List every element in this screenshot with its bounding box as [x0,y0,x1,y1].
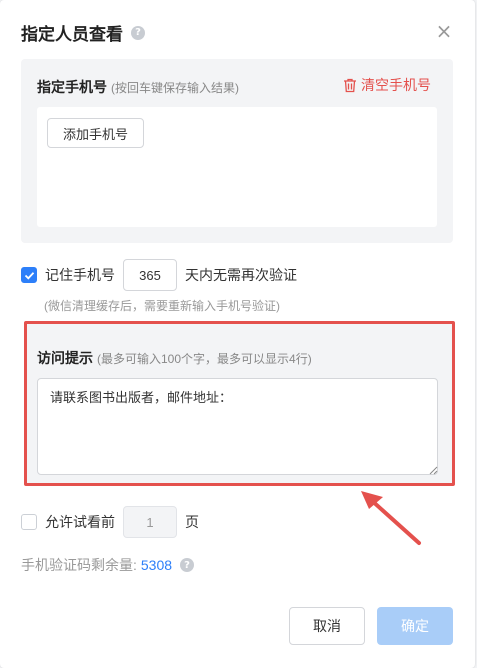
remember-phone-row: 记住手机号 天内无需再次验证 [21,259,297,291]
red-arrow-icon [361,491,421,545]
question-icon[interactable]: ? [131,25,145,40]
confirm-button[interactable]: 确定 [377,607,453,645]
add-phone-button[interactable]: 添加手机号 [47,118,144,148]
question-icon[interactable]: ? [180,558,195,572]
remember-days-input[interactable] [123,259,177,291]
notice-hint: (最多可输入100个字，最多可以显示4行) [97,352,312,366]
phone-panel: 指定手机号 (按回车键保存输入结果) 清空手机号 添加手机号 [21,59,453,243]
remember-note: (微信清理缓存后，需要重新输入手机号验证) [44,299,280,313]
phone-label: 指定手机号 (按回车键保存输入结果) [37,77,239,97]
trash-icon [344,78,356,92]
notice-section: 访问提示 (最多可输入100个字，最多可以显示4行) 请联系图书出版者，邮件地址： [24,321,455,486]
cancel-button[interactable]: 取消 [289,607,365,645]
preview-checkbox[interactable] [21,514,37,530]
preview-pages-input[interactable] [123,506,177,538]
dialog-title-text: 指定人员查看 [21,25,123,44]
dialog: 指定人员查看 ? × 指定手机号 (按回车键保存输入结果) 清空手机号 添加手机号… [0,0,475,668]
clear-phone-button[interactable]: 清空手机号 [343,75,431,95]
remember-phone-label: 记住手机号 [45,267,115,283]
phone-list-area[interactable]: 添加手机号 [37,107,437,227]
close-icon[interactable]: × [434,21,454,42]
preview-pages-suffix: 页 [185,514,199,530]
dialog-title: 指定人员查看 ? [21,20,145,45]
checkmark-icon [24,271,34,280]
notice-label: 访问提示 (最多可输入100个字，最多可以显示4行) [37,348,312,368]
preview-row: 允许试看前 页 [21,506,199,538]
remember-phone-checkbox[interactable] [21,267,37,283]
quota-row: 手机验证码剩余量: 5308 ? [21,555,195,575]
notice-textarea[interactable]: 请联系图书出版者，邮件地址： [37,378,438,475]
phone-hint: (按回车键保存输入结果) [111,81,239,95]
notice-label-text: 访问提示 [37,350,93,366]
remember-days-suffix: 天内无需再次验证 [185,267,297,283]
preview-label: 允许试看前 [45,514,115,530]
clear-phone-label: 清空手机号 [361,77,431,93]
phone-label-text: 指定手机号 [37,79,107,95]
quota-value: 5308 [140,557,173,573]
resize-handle-icon[interactable] [429,466,438,475]
quota-label: 手机验证码剩余量: [21,557,137,573]
